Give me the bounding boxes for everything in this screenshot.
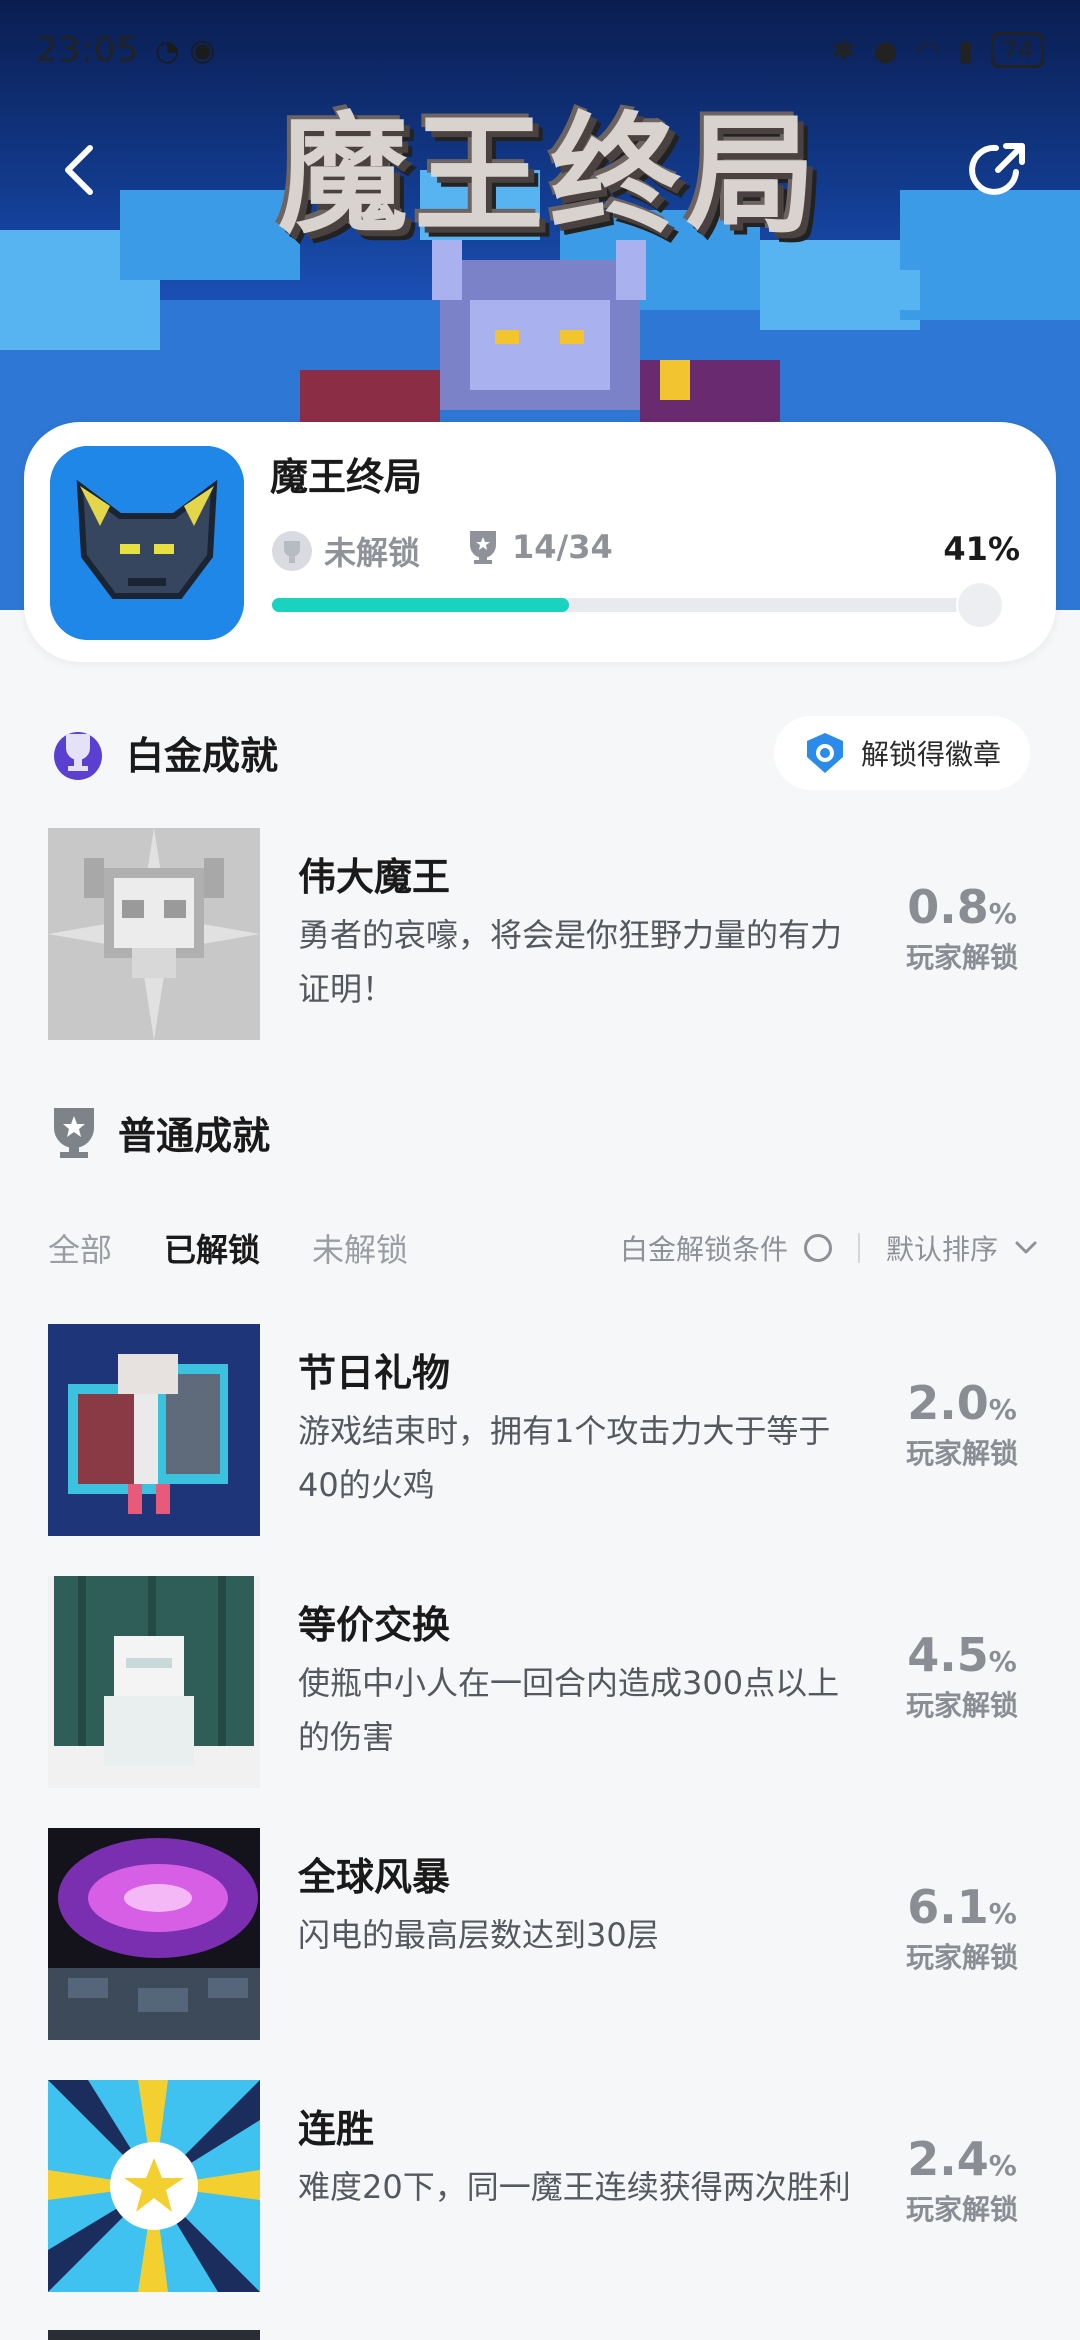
rate-unit: % [988, 2149, 1017, 2182]
achievement-image-great-demon-king [48, 828, 260, 1040]
game-info-card: 魔王终局 未解锁 14/34 41% [24, 422, 1056, 662]
platinum-trophy-icon [272, 531, 312, 571]
chevron-down-icon[interactable] [1014, 1240, 1038, 1256]
achievement-description: 闪电的最高层数达到30层 [298, 1916, 659, 1954]
rate-label: 玩家解锁 [905, 1437, 1018, 1470]
rate-value: 2.0 [907, 1376, 989, 1430]
signal-icon: ▮ [958, 33, 974, 67]
trophy-count-text: 14/34 [512, 528, 613, 566]
back-button[interactable] [52, 140, 112, 200]
achievement-title: 全球风暴 [298, 1855, 451, 1899]
achievement-image-winning-streak [48, 2080, 260, 2292]
rate-value: 4.5 [907, 1628, 989, 1682]
rate-unit: % [988, 1897, 1017, 1930]
achievement-description: 难度20下，同一魔王连续获得两次胜利 [298, 2168, 851, 2206]
platinum-unlock-status: 未解锁 [270, 528, 420, 574]
share-button[interactable] [966, 136, 1032, 202]
achievement-title: 伟大魔王 [298, 855, 451, 899]
wifi-icon: ◠ [915, 33, 941, 67]
unlock-status-text: 未解锁 [324, 534, 421, 572]
trophy-icon [470, 531, 496, 564]
trophy-count: 14/34 [468, 528, 613, 566]
achievement-description: 使瓶中小人在一回合内造成300点以上的伤害 [298, 1664, 840, 1756]
achievement-row[interactable]: 连胜 难度20下，同一魔王连续获得两次胜利 2.4% 玩家解锁 [48, 2080, 1032, 2294]
eye-icon: ◉ [189, 32, 216, 68]
achievement-progress-bar [272, 581, 1004, 629]
achievement-title: 等价交换 [298, 1603, 451, 1647]
rate-label: 玩家解锁 [905, 941, 1018, 974]
achievement-title: 连胜 [298, 2107, 375, 2151]
filter-divider [857, 1233, 860, 1263]
unlock-badge-label: 解锁得徽章 [860, 738, 1001, 771]
rate-label: 玩家解锁 [905, 1689, 1018, 1722]
rate-value: 2.4 [907, 2132, 989, 2186]
progress-fill [272, 598, 569, 612]
tab-locked[interactable]: 未解锁 [312, 1225, 408, 1271]
achievement-unlock-rate: 4.5% 玩家解锁 [892, 1628, 1032, 1724]
tab-unlocked[interactable]: 已解锁 [164, 1225, 260, 1271]
rate-value: 0.8 [907, 880, 989, 934]
achievement-image-global-storm [48, 1828, 260, 2040]
location-icon: ● [873, 33, 898, 67]
rate-unit: % [988, 897, 1017, 930]
tab-all[interactable]: 全部 [48, 1225, 112, 1271]
game-app-icon [50, 446, 244, 640]
platinum-section-icon [54, 732, 102, 780]
normal-section-title: 普通成就 [118, 1113, 271, 1158]
status-time: 23:05 [36, 30, 139, 70]
rate-label: 玩家解锁 [905, 2193, 1018, 2226]
rate-unit: % [988, 1393, 1017, 1426]
condition-toggle-icon[interactable] [803, 1234, 832, 1262]
speed-icon: ◔ [154, 33, 180, 67]
achievement-row[interactable]: 节日礼物 游戏结束时，拥有1个攻击力大于等于40的火鸡 2.0% 玩家解锁 [48, 1324, 1032, 1538]
share-icon [969, 143, 1025, 195]
achievement-row[interactable]: 全球风暴 闪电的最高层数达到30层 6.1% 玩家解锁 [48, 1828, 1032, 2042]
rate-value: 6.1 [907, 1880, 989, 1934]
platinum-section-header: 白金成就 [48, 722, 278, 782]
unlock-badge-button[interactable]: 解锁得徽章 [774, 716, 1030, 790]
normal-section-header: 普通成就 [48, 1104, 270, 1160]
platinum-achievement-row[interactable]: 伟大魔王 勇者的哀嚎，将会是你狂野力量的有力证明！ 0.8% 玩家解锁 [48, 828, 1032, 1042]
platinum-condition-label[interactable]: 白金解锁条件 [620, 1228, 788, 1268]
achievement-title: 节日礼物 [298, 1351, 451, 1395]
back-icon [65, 145, 93, 195]
achievement-unlock-rate: 2.4% 玩家解锁 [892, 2132, 1032, 2228]
achievement-unlock-rate: 2.0% 玩家解锁 [892, 1376, 1032, 1472]
badge-icon [806, 733, 843, 773]
achievement-unlock-rate: 6.1% 玩家解锁 [892, 1880, 1032, 1976]
status-bar: 23:05 ◔ ◉ ✱ ● ◠ ▮ 74 [0, 0, 1080, 100]
achievement-description: 勇者的哀嚎，将会是你狂野力量的有力证明！ [298, 916, 843, 1008]
achievement-unlock-rate: 0.8% 玩家解锁 [892, 880, 1032, 976]
rate-label: 玩家解锁 [905, 1941, 1018, 1974]
platinum-section-title: 白金成就 [126, 733, 279, 778]
achievement-row[interactable]: 等价交换 使瓶中小人在一回合内造成300点以上的伤害 4.5% 玩家解锁 [48, 1576, 1032, 1790]
bluetooth-icon: ✱ [831, 33, 856, 67]
platinum-goal-icon [956, 581, 1004, 629]
achievement-image-holiday-gift [48, 1324, 260, 1536]
battery-indicator: 74 [991, 32, 1044, 68]
normal-trophy-icon [54, 1108, 94, 1158]
sort-dropdown[interactable]: 默认排序 [886, 1228, 998, 1268]
achievement-image-equivalent-exchange [48, 1576, 260, 1788]
rate-unit: % [988, 1645, 1017, 1678]
achievement-description: 游戏结束时，拥有1个攻击力大于等于40的火鸡 [298, 1412, 831, 1504]
next-achievement-image [48, 2330, 260, 2340]
game-title: 魔王终局 [270, 455, 423, 499]
progress-percent: 41% [943, 530, 1020, 568]
achievement-filter-bar: 全部 已解锁 未解锁 白金解锁条件 默认排序 [48, 1218, 1038, 1278]
